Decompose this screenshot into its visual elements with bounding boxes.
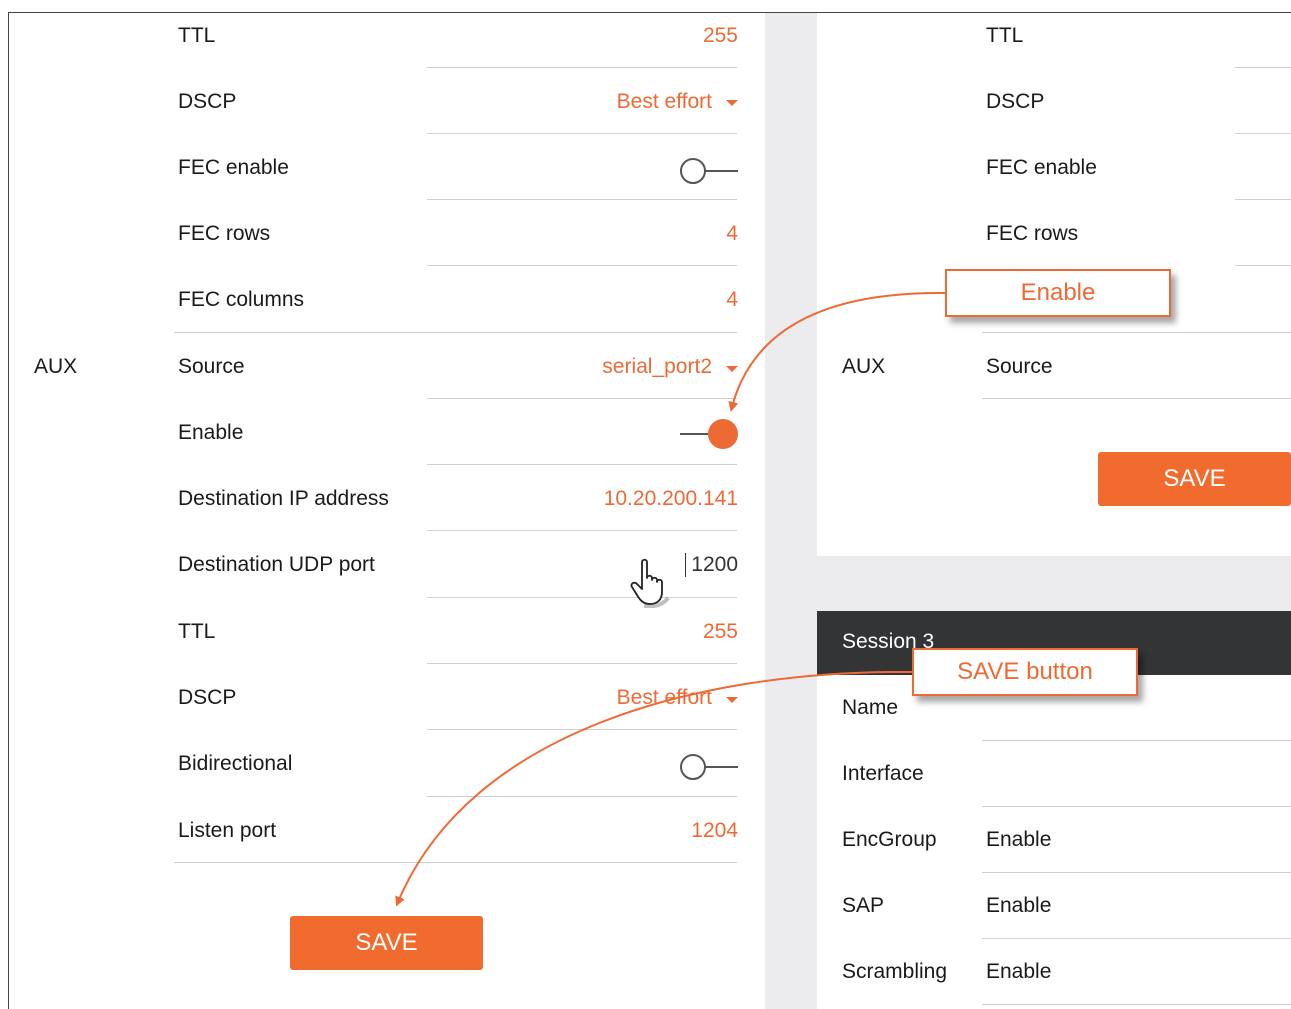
enable-callout-arrow	[728, 291, 946, 412]
hand-cursor-icon	[630, 558, 670, 608]
save-callout-arrow	[395, 670, 913, 907]
enable-callout: Enable	[945, 269, 1171, 317]
save-button-callout: SAVE button	[912, 648, 1138, 696]
annotation-arrows	[395, 291, 946, 907]
